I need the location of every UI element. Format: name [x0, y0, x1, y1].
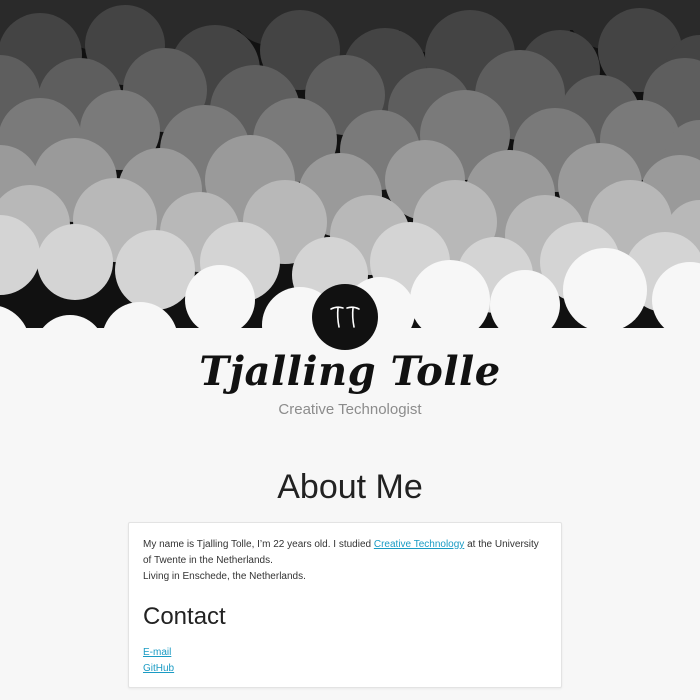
about-card: My name is Tjalling Tolle, I’m 22 years …	[128, 522, 562, 688]
tt-monogram-icon	[330, 306, 360, 328]
about-location: Living in Enschede, the Netherlands.	[143, 571, 306, 582]
contact-title: Contact	[143, 603, 226, 630]
hero-background	[0, 0, 700, 330]
tagline: Creative Technologist	[278, 401, 422, 418]
email-link[interactable]: E-mail	[143, 647, 171, 658]
list-item: GitHub	[143, 661, 547, 677]
about-title: About Me	[277, 468, 423, 506]
github-link[interactable]: GitHub	[143, 663, 174, 674]
about-paragraph: My name is Tjalling Tolle, I’m 22 years …	[143, 537, 547, 585]
contact-list: E-mail GitHub	[143, 645, 547, 677]
about-text-intro: My name is Tjalling Tolle, I’m 22 years …	[143, 539, 374, 550]
creative-technology-link[interactable]: Creative Technology	[374, 539, 464, 550]
page: Tjalling Tolle Creative Technologist Abo…	[0, 0, 700, 700]
list-item: E-mail	[143, 645, 547, 661]
logo[interactable]	[312, 284, 378, 350]
site-name: Tjalling Tolle	[199, 348, 501, 395]
